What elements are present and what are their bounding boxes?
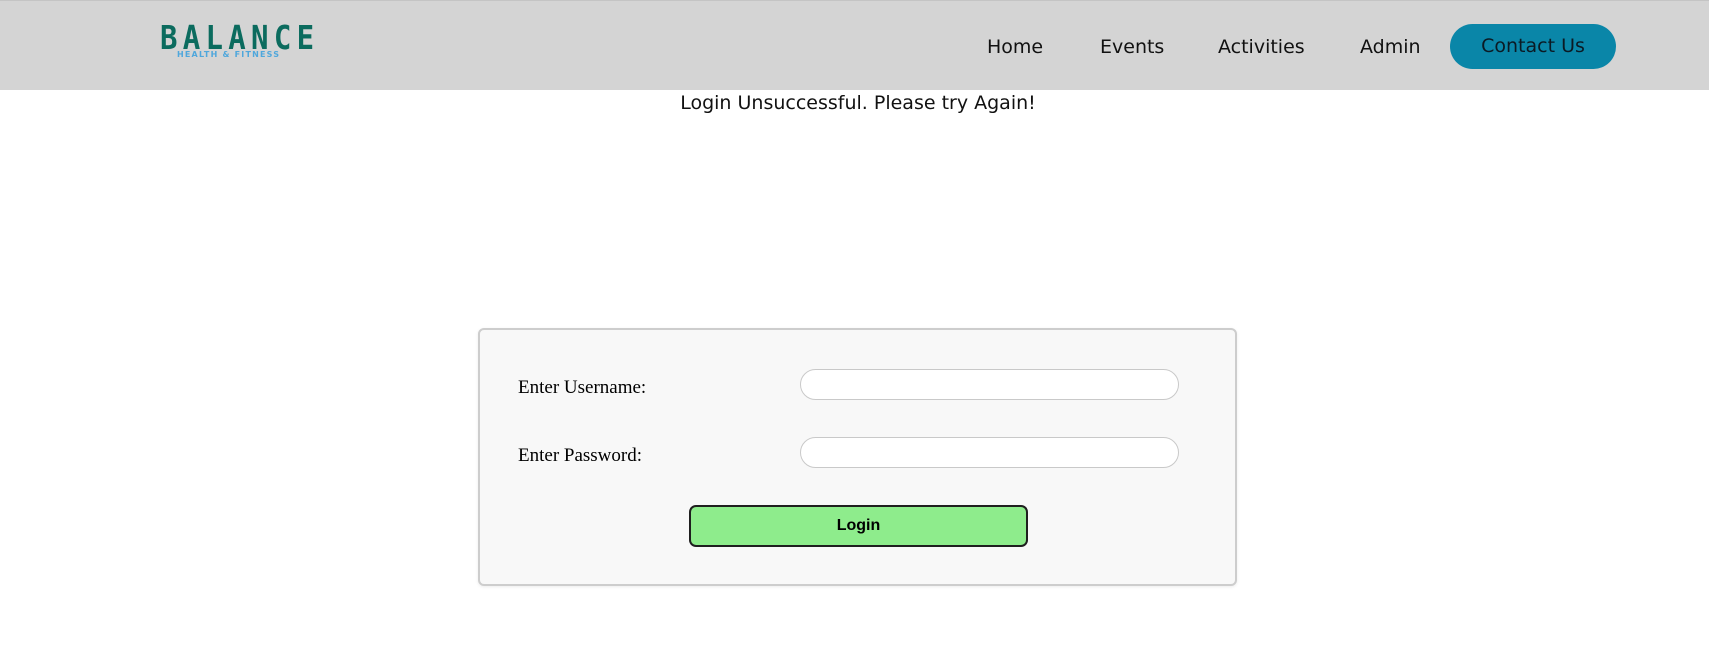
username-label: Enter Username: — [518, 377, 647, 398]
site-header: BALANCE HEALTH & FITNESS Home Events Act… — [0, 0, 1709, 90]
nav-item-activities[interactable]: Activities — [1218, 35, 1305, 59]
main-nav: Home Events Activities Admin Contact Us — [0, 1, 1709, 91]
password-label: Enter Password: — [518, 445, 643, 466]
nav-item-admin[interactable]: Admin — [1360, 35, 1421, 59]
username-input[interactable] — [800, 369, 1179, 400]
login-error-message: Login Unsuccessful. Please try Again! — [680, 92, 1036, 114]
nav-item-events[interactable]: Events — [1100, 35, 1164, 59]
nav-item-home[interactable]: Home — [987, 35, 1043, 59]
login-form: Enter Username: Enter Password: Login — [478, 328, 1237, 586]
password-input[interactable] — [800, 437, 1179, 468]
contact-us-button[interactable]: Contact Us — [1450, 24, 1616, 69]
login-button[interactable]: Login — [689, 505, 1028, 547]
